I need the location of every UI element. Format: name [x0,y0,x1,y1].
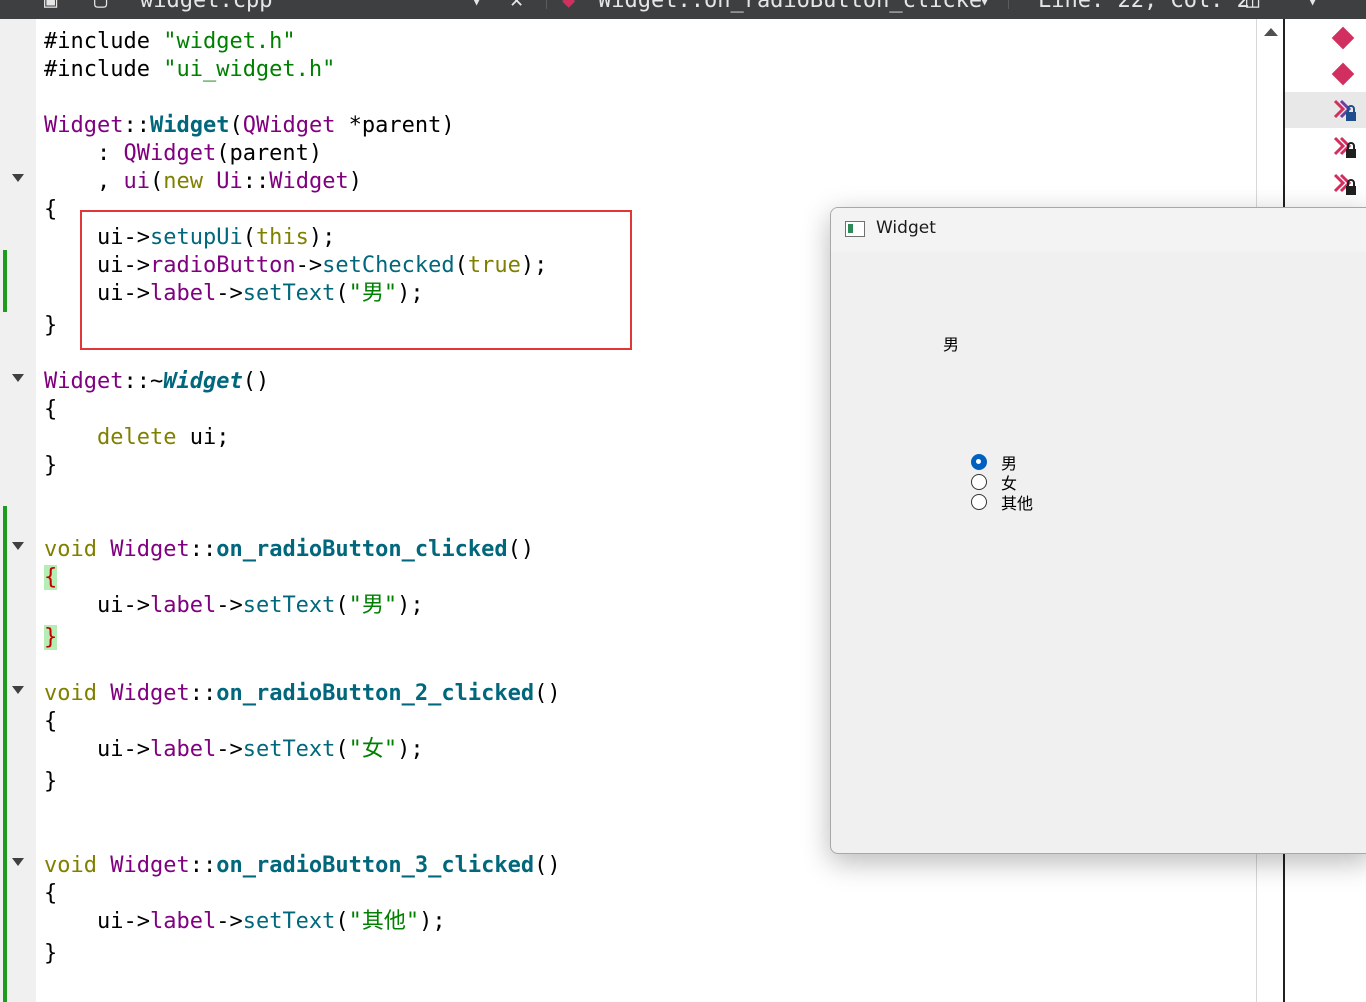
code-line: delete ui; [96,425,230,450]
document-icon: ▢ [94,0,108,13]
matching-brace: } [44,625,58,650]
breakpoint-row[interactable] [1285,166,1366,202]
radio-indicator[interactable] [971,474,987,490]
code-line: Widget::~Widget() [44,369,270,394]
code-line: { [44,397,58,422]
code-line: Widget::Widget(QWidget *parent) [44,113,455,138]
radio-button-other[interactable]: 其他 [971,492,1033,513]
code-line: ui->label->setText("男"); [44,593,424,618]
code-line: ui->label->setText("其他"); [44,909,446,934]
cursor-position[interactable]: Line: 22, Col: 2 [1038,0,1250,12]
app-window-icon [845,221,865,237]
bookmark-diamond-icon [1331,26,1355,50]
breakpoint-row[interactable] [1285,55,1366,91]
file-name-combo[interactable]: widget.cpp [140,0,272,12]
fold-arrow-icon[interactable] [12,374,24,382]
fold-arrow-icon[interactable] [12,542,24,550]
code-line: void Widget::on_radioButton_2_clicked() [44,681,561,706]
locked-breakpoint-icon [1333,136,1356,158]
code-line: } [44,313,58,338]
window-title: Widget [876,218,936,238]
code-line: { [44,881,58,906]
modified-line-marker [3,250,7,312]
code-line: { [44,564,58,592]
code-line: #include "widget.h" [44,29,296,54]
code-line: } [44,769,58,794]
code-line: { [44,709,58,734]
panel-chevron-icon[interactable]: ▾ [1306,0,1319,12]
radio-button-female[interactable]: 女 [971,472,1017,493]
toolbar-divider [1008,0,1009,9]
fold-arrow-icon[interactable] [12,174,24,182]
code-line: } [44,624,58,652]
file-icon: ▣ [44,0,58,13]
fold-arrow-icon[interactable] [12,858,24,866]
window-titlebar[interactable]: Widget [831,208,1366,252]
scroll-up-arrow-icon[interactable] [1264,28,1278,36]
code-line: void Widget::on_radioButton_3_clicked() [44,853,561,878]
locked-breakpoint-icon [1333,173,1356,195]
code-line: ui->label->setText("女"); [44,737,424,762]
code-line: : QWidget(parent) [44,141,323,166]
matching-brace: { [44,565,58,590]
radio-button-male[interactable]: 男 [971,452,1017,473]
modified-line-marker [3,506,7,1002]
symbol-icon: ◆ [562,0,576,13]
result-label: 男 [943,335,960,354]
code-line: , ui(new Ui::Widget) [44,169,362,194]
file-combo-chevron-icon[interactable]: ▾ [470,0,483,12]
annotation-highlight-box [80,210,632,350]
radio-indicator[interactable] [971,494,987,510]
symbol-combo-chevron-icon[interactable]: ▾ [978,0,991,12]
split-icon[interactable]: ◫ [1246,0,1259,12]
toolbar-divider [546,0,547,9]
code-line: #include "ui_widget.h" [44,57,336,82]
widget-app-window: Widget 男 男 女 其他 [830,207,1366,854]
code-line: { [44,197,58,222]
breakpoint-row[interactable] [1285,19,1366,55]
code-line: void Widget::on_radioButton_clicked() [44,537,535,562]
radio-indicator-checked[interactable] [971,454,987,470]
breakpoint-row[interactable] [1285,92,1366,128]
close-document-icon[interactable]: ✕ [510,0,523,12]
breakpoint-row[interactable] [1285,129,1366,165]
locked-breakpoint-icon [1333,99,1356,121]
editor-toolbar: ▣ ▢ widget.cpp ▾ ✕ ◆ Widget::on_radioBut… [0,0,1366,19]
bookmark-diamond-icon [1331,62,1355,86]
code-line: } [44,941,58,966]
symbol-combo[interactable]: Widget::on_radioButton_clicke [598,0,982,12]
fold-arrow-icon[interactable] [12,686,24,694]
code-line: } [44,453,58,478]
